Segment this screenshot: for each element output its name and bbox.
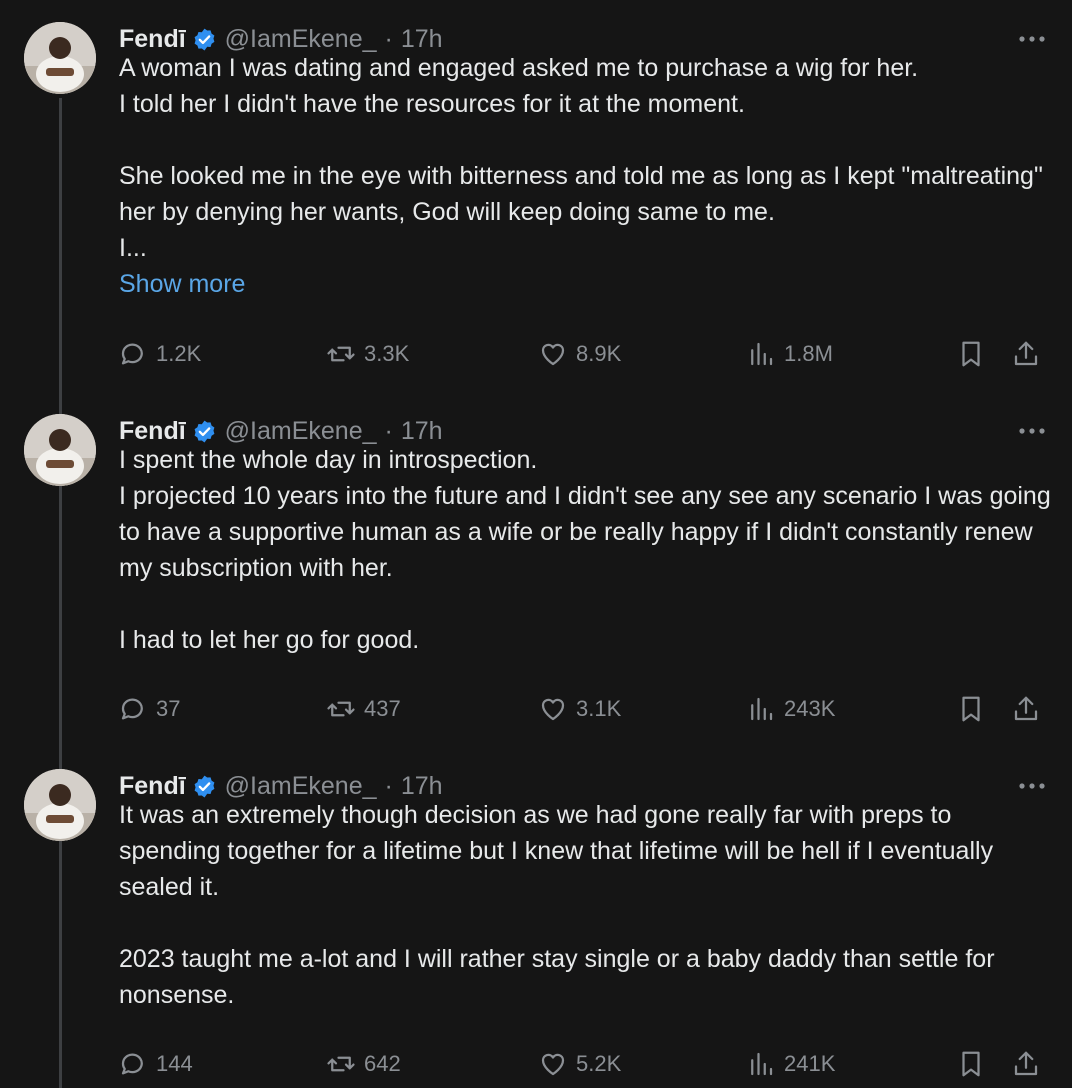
show-more-link[interactable]: Show more xyxy=(119,266,1059,302)
reply-count: 37 xyxy=(156,696,181,721)
tweet-text: I spent the whole day in introspection. … xyxy=(119,446,1051,654)
bookmark-button[interactable] xyxy=(956,691,986,727)
share-button[interactable] xyxy=(1011,691,1041,727)
retweet-count: 437 xyxy=(364,696,401,721)
reply-icon xyxy=(121,343,143,365)
verified-badge-icon xyxy=(192,419,217,444)
share-icon xyxy=(1014,341,1038,366)
bookmark-icon xyxy=(962,696,980,722)
views-button[interactable]: 243K xyxy=(746,691,835,727)
tweet-actions: 1.2K 3.3K 8.9K 1.8M xyxy=(118,336,1048,372)
share-button[interactable] xyxy=(1011,336,1041,372)
verified-badge-icon xyxy=(192,774,217,799)
tweet-text: A woman I was dating and engaged asked m… xyxy=(119,54,1043,262)
views-icon xyxy=(751,697,773,721)
retweet-count: 642 xyxy=(364,1051,401,1076)
bookmark-button[interactable] xyxy=(956,1046,986,1082)
like-count: 3.1K xyxy=(576,696,622,721)
tweet-body: It was an extremely though decision as w… xyxy=(119,797,1059,1013)
retweet-button[interactable]: 3.3K xyxy=(326,336,409,372)
reply-icon xyxy=(121,698,143,720)
retweet-button[interactable]: 642 xyxy=(326,1046,401,1082)
reply-button[interactable]: 144 xyxy=(118,1046,193,1082)
view-count: 241K xyxy=(784,1051,836,1076)
avatar[interactable] xyxy=(24,414,96,486)
like-count: 8.9K xyxy=(576,341,622,366)
like-button[interactable]: 3.1K xyxy=(538,691,621,727)
like-button[interactable]: 5.2K xyxy=(538,1046,621,1082)
view-count: 1.8M xyxy=(784,341,833,366)
share-icon xyxy=(1014,1051,1038,1076)
reply-button[interactable]: 1.2K xyxy=(118,336,201,372)
share-icon xyxy=(1014,696,1038,721)
views-button[interactable]: 1.8M xyxy=(746,336,833,372)
like-button[interactable]: 8.9K xyxy=(538,336,621,372)
thread-feed: Fendī @IamEkene_ · 17h A woman I was dat… xyxy=(0,0,1072,1088)
heart-icon xyxy=(541,1053,565,1076)
avatar[interactable] xyxy=(24,769,96,841)
heart-icon xyxy=(541,343,565,366)
tweet-actions: 37 437 3.1K 243K xyxy=(118,691,1048,727)
views-button[interactable]: 241K xyxy=(746,1046,835,1082)
reply-count: 1.2K xyxy=(156,341,202,366)
verified-badge-icon xyxy=(192,27,217,52)
bookmark-icon xyxy=(962,341,980,367)
heart-icon xyxy=(541,698,565,721)
thread-connector-line xyxy=(59,98,62,1088)
bookmark-icon xyxy=(962,1051,980,1077)
tweet-actions: 144 642 5.2K 241K xyxy=(118,1046,1048,1082)
retweet-button[interactable]: 437 xyxy=(326,691,401,727)
retweet-icon xyxy=(327,701,355,717)
bookmark-button[interactable] xyxy=(956,336,986,372)
reply-count: 144 xyxy=(156,1051,193,1076)
tweet-body: A woman I was dating and engaged asked m… xyxy=(119,50,1059,302)
share-button[interactable] xyxy=(1011,1046,1041,1082)
views-icon xyxy=(751,342,773,366)
retweet-count: 3.3K xyxy=(364,341,410,366)
avatar[interactable] xyxy=(24,22,96,94)
like-count: 5.2K xyxy=(576,1051,622,1076)
retweet-icon xyxy=(327,346,355,362)
tweet-text: It was an extremely though decision as w… xyxy=(119,801,995,1009)
views-icon xyxy=(751,1052,773,1076)
tweet-body: I spent the whole day in introspection. … xyxy=(119,442,1059,658)
view-count: 243K xyxy=(784,696,836,721)
retweet-icon xyxy=(327,1056,355,1072)
reply-button[interactable]: 37 xyxy=(118,691,180,727)
reply-icon xyxy=(121,1053,143,1075)
